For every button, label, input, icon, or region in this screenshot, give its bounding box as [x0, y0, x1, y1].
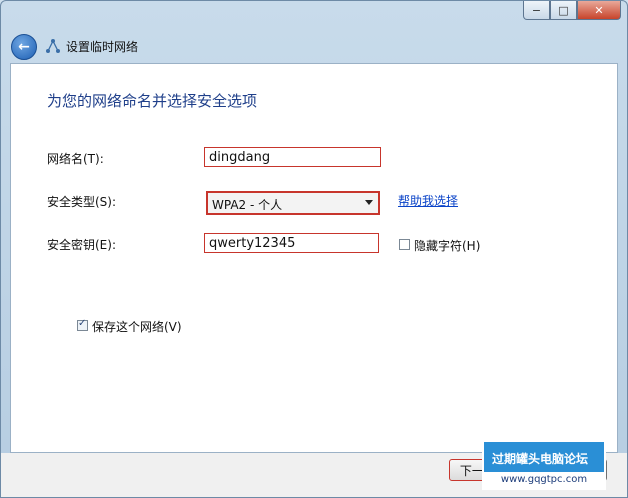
forum-watermark: 过期罐头电脑论坛 www.gqgtpc.com	[482, 440, 606, 490]
hide-characters-label: 隐藏字符(H)	[414, 239, 481, 253]
window-controls: − □ ✕	[523, 1, 621, 20]
security-type-label: 安全类型(S):	[47, 195, 117, 209]
back-arrow-icon: ←	[18, 39, 30, 55]
save-network-label: 保存这个网络(V)	[92, 320, 182, 334]
hide-characters-checkbox[interactable]	[399, 239, 410, 250]
watermark-text: 过期罐头电脑论坛	[492, 452, 589, 466]
help-me-choose-link[interactable]: 帮助我选择	[398, 192, 458, 209]
network-name-input[interactable]: dingdang	[204, 147, 381, 167]
window-title: 设置临时网络	[66, 40, 139, 54]
title-bar: − □ ✕ ← 设置临时网络	[1, 1, 627, 63]
security-type-select[interactable]: WPA2 - 个人	[206, 191, 380, 215]
page-heading: 为您的网络命名并选择安全选项	[47, 92, 258, 110]
content-panel: 为您的网络命名并选择安全选项 网络名(T): dingdang 安全类型(S):…	[10, 63, 618, 453]
security-key-input[interactable]: qwerty12345	[204, 233, 379, 253]
close-button[interactable]: ✕	[577, 1, 621, 20]
security-key-label: 安全密钥(E):	[47, 238, 116, 252]
dialog-window: − □ ✕ ← 设置临时网络 为您的网络命名并选择安全选项 网络名(T): di…	[0, 0, 628, 498]
minimize-button[interactable]: −	[523, 1, 550, 20]
watermark-url: www.gqgtpc.com	[484, 472, 604, 488]
dropdown-arrow-icon	[365, 200, 373, 205]
network-icon	[46, 39, 60, 53]
security-type-value: WPA2 - 个人	[212, 198, 283, 212]
save-network-checkbox[interactable]	[77, 318, 88, 331]
back-button[interactable]: ←	[11, 34, 37, 60]
network-name-label: 网络名(T):	[47, 152, 104, 166]
maximize-button[interactable]: □	[550, 1, 577, 20]
